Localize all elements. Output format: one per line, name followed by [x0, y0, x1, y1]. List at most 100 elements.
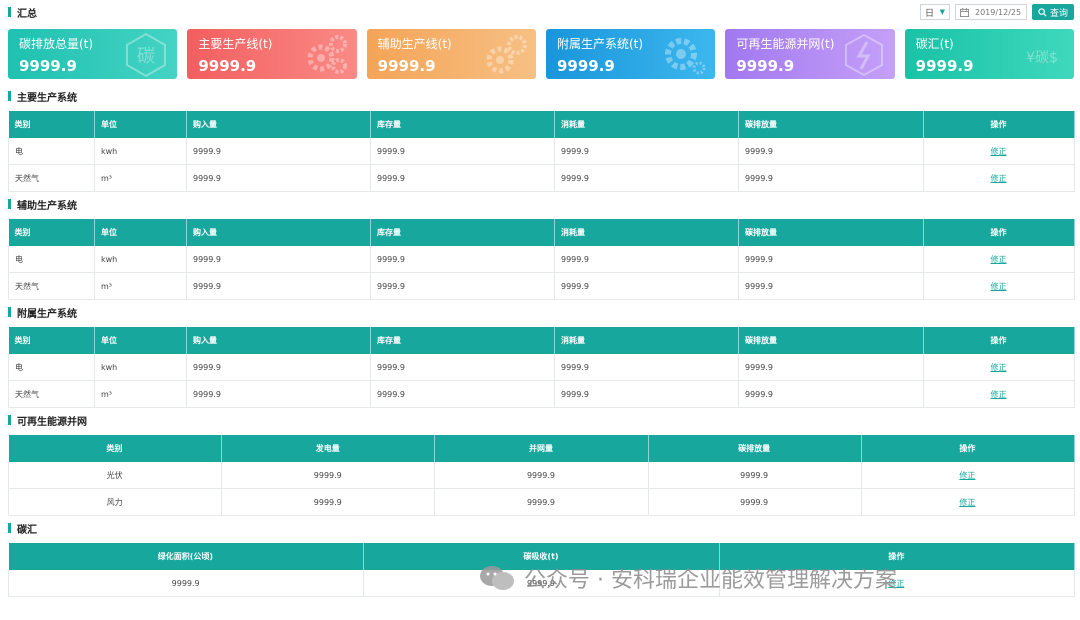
title-bar	[8, 7, 11, 17]
col-action: 操作	[923, 219, 1075, 246]
title-bar	[8, 91, 11, 101]
cell: kwh	[94, 246, 187, 273]
cell: 光伏	[7, 462, 223, 489]
watermark-text: 公众号 · 安科瑞企业能效管理解决方案	[524, 568, 897, 593]
edit-link[interactable]: 修正	[860, 462, 1076, 489]
gears-icon	[307, 35, 347, 74]
cell: 风力	[7, 488, 223, 516]
cell: 9999.9	[370, 164, 555, 192]
cell: 9999.9	[434, 462, 649, 489]
title-bar	[8, 199, 11, 209]
cell: 9999.9	[738, 354, 924, 381]
cell: 9999.9	[370, 272, 555, 300]
cell: 9999.9	[7, 570, 365, 597]
cell: 9999.9	[186, 354, 371, 381]
cell: 9999.9	[370, 354, 555, 381]
table-row: 风力 9999.9 9999.9 9999.9 修正	[7, 488, 1076, 516]
table-row: 电 kwh 9999.9 9999.9 9999.9 9999.9 修正	[8, 246, 1075, 273]
edit-link[interactable]: 修正	[923, 138, 1075, 165]
edit-link[interactable]: 修正	[923, 272, 1075, 300]
card-title: 主要生产线(t)	[198, 37, 273, 51]
card-renewable: 可再生能源并网(t) 9999.9	[725, 29, 895, 79]
calendar-icon	[959, 7, 969, 17]
col-action: 操作	[861, 435, 1076, 462]
search-icon	[1038, 7, 1047, 17]
table-header: 类别 单位 购入量 库存量 消耗量 碳排放量 操作	[8, 327, 1075, 354]
card-value: 9999.9	[915, 57, 974, 75]
cell: 9999.9	[186, 138, 371, 165]
cell: 天然气	[8, 272, 95, 300]
sink-title: 碳汇	[8, 521, 37, 536]
summary-title: 汇总	[8, 5, 37, 20]
main-system-table: 类别 单位 购入量 库存量 消耗量 碳排放量 操作 电 kwh 9999.9 9…	[8, 111, 1075, 192]
edit-link[interactable]: 修正	[923, 354, 1075, 381]
table-row: 电 kwh 9999.9 9999.9 9999.9 9999.9 修正	[8, 138, 1075, 165]
chevron-down-icon: ▼	[939, 8, 945, 16]
title-bar	[8, 415, 11, 425]
toolbar: 日 ▼ 2019/12/25 查询	[919, 4, 1074, 20]
col-stock: 库存量	[370, 219, 555, 246]
cell: 9999.9	[554, 164, 739, 192]
edit-link[interactable]: 修正	[923, 246, 1075, 273]
cell: 9999.9	[738, 164, 924, 192]
query-button[interactable]: 查询	[1031, 4, 1074, 20]
col-unit: 单位	[94, 327, 187, 354]
col-consumption: 消耗量	[554, 111, 739, 138]
svg-text:¥碳$: ¥碳$	[1026, 50, 1058, 66]
card-title: 附属生产系统(t)	[556, 37, 644, 51]
period-select-value: 日	[924, 8, 934, 19]
card-aux-line: 辅助生产线(t) 9999.9	[366, 29, 536, 79]
edit-link[interactable]: 修正	[923, 380, 1075, 408]
summary-cards: 碳排放总量(t) 9999.9 碳 主要生产线(t) 9999.9 辅助生产线(…	[8, 29, 1074, 79]
col-emission: 碳排放量	[738, 111, 924, 138]
col-purchase: 购入量	[186, 327, 371, 354]
svg-text:碳: 碳	[137, 46, 155, 67]
edit-link[interactable]: 修正	[923, 164, 1075, 192]
attached-system-title: 附属生产系统	[8, 305, 77, 320]
table-row: 天然气 m³ 9999.9 9999.9 9999.9 9999.9 修正	[8, 272, 1075, 300]
col-grid: 并网量	[434, 435, 649, 462]
cell: 9999.9	[434, 488, 649, 516]
cell: 9999.9	[738, 272, 924, 300]
aux-system-title-text: 辅助生产系统	[17, 200, 77, 212]
table-row: 天然气 m³ 9999.9 9999.9 9999.9 9999.9 修正	[8, 380, 1075, 408]
cell: 电	[8, 354, 95, 381]
summary-title-text: 汇总	[17, 8, 37, 20]
cell: 9999.9	[370, 246, 555, 273]
carbon-money-icon: ¥碳$	[1026, 50, 1058, 66]
main-system-title-text: 主要生产系统	[17, 92, 77, 104]
col-generation: 发电量	[221, 435, 436, 462]
card-value: 9999.9	[198, 57, 257, 75]
col-emission: 碳排放量	[648, 435, 862, 462]
col-category: 类别	[8, 111, 95, 138]
card-title: 碳排放总量(t)	[19, 37, 94, 51]
cell: 9999.9	[186, 246, 371, 273]
cell: 9999.9	[221, 462, 436, 489]
table-header: 类别 单位 购入量 库存量 消耗量 碳排放量 操作	[8, 219, 1075, 246]
cell: 9999.9	[554, 354, 739, 381]
date-value: 2019/12/25	[974, 7, 1022, 17]
renewable-title-text: 可再生能源并网	[17, 416, 87, 428]
cell: 9999.9	[554, 246, 739, 273]
aux-system-title: 辅助生产系统	[8, 197, 77, 212]
col-category: 类别	[8, 435, 223, 462]
cell: 9999.9	[186, 272, 371, 300]
title-bar	[8, 523, 11, 533]
col-stock: 库存量	[370, 111, 555, 138]
date-picker[interactable]: 2019/12/25	[954, 4, 1027, 20]
col-consumption: 消耗量	[554, 327, 739, 354]
cell: m³	[94, 272, 187, 300]
col-unit: 单位	[94, 111, 187, 138]
cell: kwh	[94, 138, 187, 165]
cell: 9999.9	[554, 272, 739, 300]
cell: 天然气	[8, 380, 95, 408]
col-consumption: 消耗量	[554, 219, 739, 246]
cell: 9999.9	[738, 380, 924, 408]
cell: 电	[8, 246, 95, 273]
table-row: 天然气 m³ 9999.9 9999.9 9999.9 9999.9 修正	[8, 164, 1075, 192]
period-select[interactable]: 日 ▼	[919, 4, 950, 20]
edit-link[interactable]: 修正	[860, 488, 1076, 516]
col-category: 类别	[8, 327, 95, 354]
card-value: 9999.9	[556, 57, 615, 75]
col-category: 类别	[8, 219, 95, 246]
